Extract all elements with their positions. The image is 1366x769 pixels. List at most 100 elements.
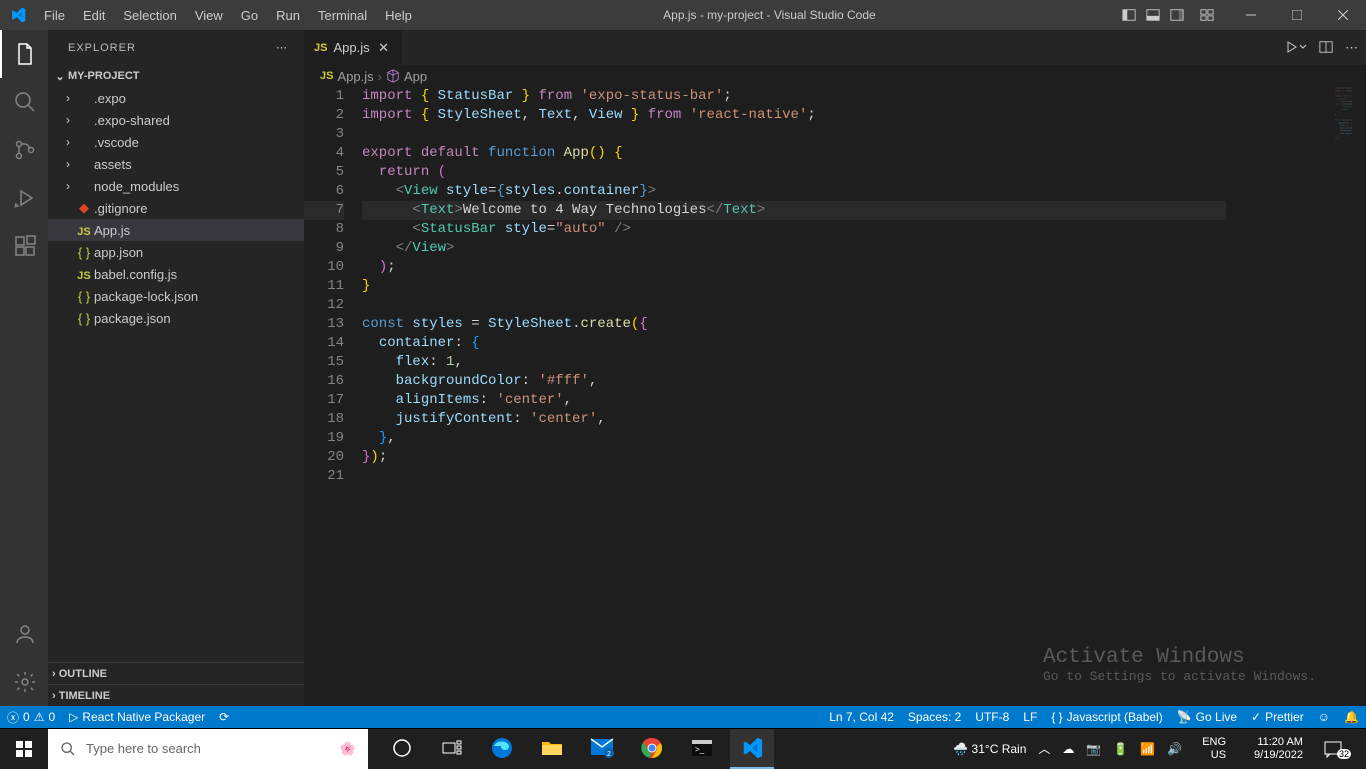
section-outline[interactable]: › OUTLINE — [48, 662, 304, 684]
status-sync[interactable]: ⟳ — [212, 706, 236, 728]
source-control-activity[interactable] — [0, 126, 48, 174]
terminal-icon[interactable]: >_ — [680, 729, 724, 769]
activity-bar — [0, 30, 48, 706]
search-icon — [60, 741, 76, 757]
tray-chevron-icon[interactable]: ︿ — [1033, 729, 1055, 769]
close-button[interactable] — [1320, 0, 1366, 30]
cube-icon — [386, 69, 400, 83]
wifi-icon[interactable]: 📶 — [1135, 729, 1160, 769]
status-language[interactable]: { }Javascript (Babel) — [1044, 706, 1169, 728]
menu-selection[interactable]: Selection — [114, 0, 185, 30]
folder-expo[interactable]: ›.expo — [48, 87, 304, 109]
file--gitignore[interactable]: ◆.gitignore — [48, 197, 304, 219]
chrome-icon[interactable] — [630, 729, 674, 769]
search-placeholder: Type here to search — [86, 741, 201, 756]
json-file-icon: { } — [78, 289, 90, 304]
sidebar-header: EXPLORER ⋯ — [48, 30, 304, 65]
file-package-json[interactable]: { }package.json — [48, 307, 304, 329]
chevron-right-icon: › — [62, 135, 74, 149]
status-spaces[interactable]: Spaces: 2 — [901, 706, 968, 728]
clock[interactable]: 11:20 AM9/19/2022 — [1241, 729, 1316, 769]
chevron-right-icon: › — [378, 69, 382, 84]
taskbar-search[interactable]: Type here to search 🌸 — [48, 729, 368, 769]
status-encoding[interactable]: UTF-8 — [968, 706, 1016, 728]
broadcast-icon: 📡 — [1177, 710, 1192, 724]
menu-view[interactable]: View — [186, 0, 232, 30]
split-editor-icon[interactable] — [1319, 40, 1333, 56]
status-errors[interactable]: ⓧ0 ⚠0 — [0, 706, 62, 728]
folder-assets[interactable]: ›assets — [48, 153, 304, 175]
js-file-icon: JS — [77, 270, 90, 282]
settings-activity[interactable] — [0, 658, 48, 706]
notifications-icon[interactable]: 32 — [1318, 729, 1362, 769]
menu-run[interactable]: Run — [267, 0, 309, 30]
status-prettier[interactable]: ✓Prettier — [1244, 706, 1311, 728]
status-position[interactable]: Ln 7, Col 42 — [822, 706, 901, 728]
check-icon: ✓ — [1251, 710, 1261, 724]
weather-widget[interactable]: 🌧️ 31°C Rain — [948, 729, 1031, 769]
status-bell[interactable]: 🔔 — [1337, 706, 1366, 728]
customize-layout-icon[interactable] — [1196, 4, 1218, 26]
toggle-primary-sidebar-icon[interactable] — [1118, 4, 1140, 26]
meet-now-icon[interactable]: 📷 — [1081, 729, 1106, 769]
json-file-icon: { } — [78, 245, 90, 260]
folder-vscode[interactable]: ›.vscode — [48, 131, 304, 153]
activate-windows-watermark: Activate Windows Go to Settings to activ… — [1043, 648, 1316, 686]
run-debug-activity[interactable] — [0, 174, 48, 222]
folder-node_modules[interactable]: ›node_modules — [48, 175, 304, 197]
section-timeline[interactable]: › TIMELINE — [48, 684, 304, 706]
json-file-icon: { } — [78, 311, 90, 326]
accounts-activity[interactable] — [0, 610, 48, 658]
vscode-taskbar-icon[interactable] — [730, 729, 774, 769]
code-editor[interactable]: 123456789101112131415161718192021 import… — [304, 87, 1366, 706]
volume-icon[interactable]: 🔊 — [1162, 729, 1187, 769]
breadcrumb-file: App.js — [337, 69, 373, 84]
menu-terminal[interactable]: Terminal — [309, 0, 376, 30]
maximize-button[interactable] — [1274, 0, 1320, 30]
status-eol[interactable]: LF — [1016, 706, 1044, 728]
cortana-icon[interactable] — [380, 729, 424, 769]
menu-help[interactable]: Help — [376, 0, 421, 30]
extensions-activity[interactable] — [0, 222, 48, 270]
menu-go[interactable]: Go — [232, 0, 267, 30]
tab-app-js[interactable]: JS App.js ✕ — [304, 30, 403, 65]
chevron-right-icon: › — [62, 91, 74, 105]
chevron-right-icon: › — [62, 113, 74, 127]
folder-expo-shared[interactable]: ›.expo-shared — [48, 109, 304, 131]
chevron-right-icon: › — [52, 690, 56, 702]
svg-text:2: 2 — [607, 751, 611, 758]
menu-file[interactable]: File — [35, 0, 74, 30]
run-dropdown-icon[interactable] — [1285, 40, 1307, 56]
battery-icon[interactable]: 🔋 — [1108, 729, 1133, 769]
menu-edit[interactable]: Edit — [74, 0, 114, 30]
layout-controls — [1118, 4, 1228, 26]
title-bar: FileEditSelectionViewGoRunTerminalHelp A… — [0, 0, 1366, 30]
edge-icon[interactable] — [480, 729, 524, 769]
file-app-json[interactable]: { }app.json — [48, 241, 304, 263]
sidebar-more-icon[interactable]: ⋯ — [276, 41, 288, 54]
close-icon[interactable]: ✕ — [376, 40, 392, 56]
language-indicator[interactable]: ENGUS — [1189, 729, 1239, 769]
minimap[interactable]: import { StatusBar } from 'expo-status-b… — [1232, 87, 1352, 706]
file-package-lock-json[interactable]: { }package-lock.json — [48, 285, 304, 307]
js-file-icon: JS — [314, 42, 327, 54]
explorer-activity[interactable] — [0, 30, 48, 78]
chevron-right-icon: › — [52, 668, 56, 680]
start-button[interactable] — [0, 729, 48, 769]
file-explorer-icon[interactable] — [530, 729, 574, 769]
more-actions-icon[interactable]: ⋯ — [1345, 40, 1358, 56]
status-packager[interactable]: ▷React Native Packager — [62, 706, 212, 728]
toggle-secondary-sidebar-icon[interactable] — [1166, 4, 1188, 26]
search-activity[interactable] — [0, 78, 48, 126]
mail-icon[interactable]: 2 — [580, 729, 624, 769]
breadcrumb[interactable]: JS App.js › App — [304, 65, 1366, 87]
task-view-icon[interactable] — [430, 729, 474, 769]
file-babel-config-js[interactable]: JSbabel.config.js — [48, 263, 304, 285]
file-App-js[interactable]: JSApp.js — [48, 219, 304, 241]
status-golive[interactable]: 📡Go Live — [1170, 706, 1244, 728]
minimize-button[interactable] — [1228, 0, 1274, 30]
onedrive-icon[interactable]: ☁ — [1057, 729, 1079, 769]
toggle-panel-icon[interactable] — [1142, 4, 1164, 26]
status-feedback[interactable]: ☺ — [1311, 706, 1337, 728]
project-root[interactable]: ⌄ MY-PROJECT — [48, 65, 304, 87]
